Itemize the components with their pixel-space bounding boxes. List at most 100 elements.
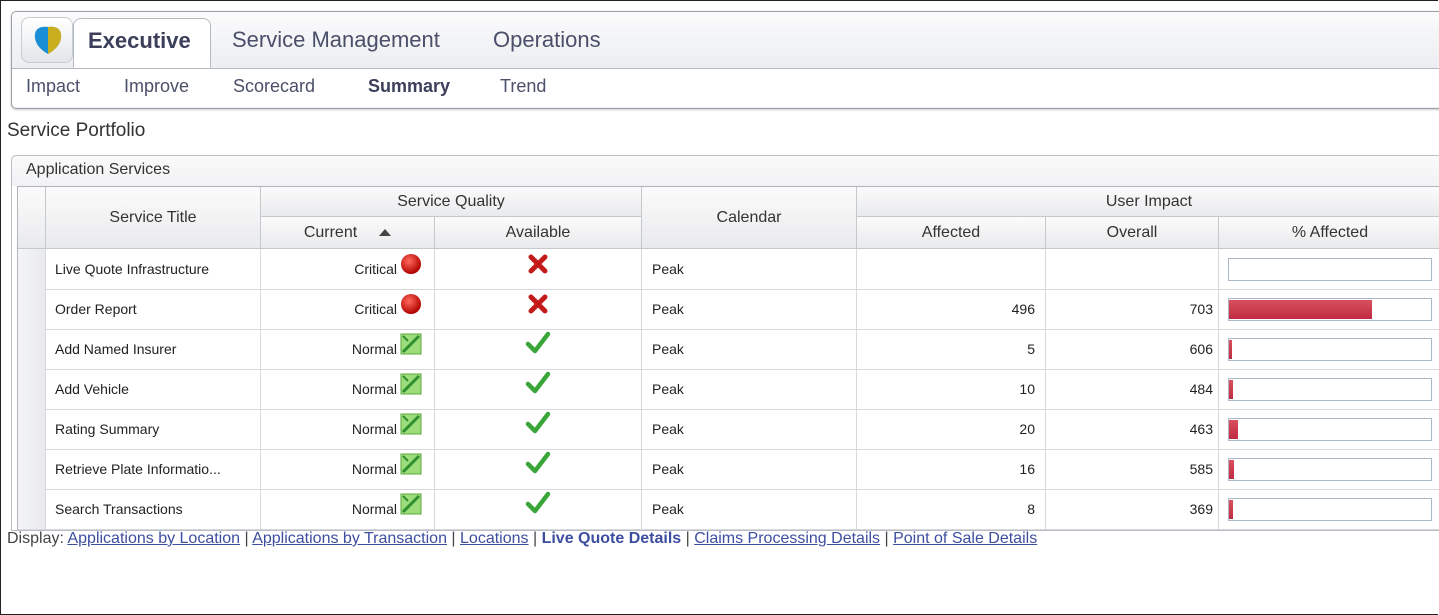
available-cell (435, 449, 642, 489)
green-checkmark-icon (525, 370, 551, 409)
green-checkmark-icon (525, 450, 551, 489)
row-selector[interactable] (18, 449, 46, 489)
available-cell (435, 329, 642, 369)
service-title-cell[interactable]: Retrieve Plate Informatio... (46, 449, 261, 489)
tab-service-management[interactable]: Service Management (232, 22, 440, 58)
pct-affected-bar (1228, 498, 1432, 521)
overall-cell: 585 (1046, 449, 1219, 489)
overall-cell: 369 (1046, 489, 1219, 529)
current-status-cell: Normal (261, 409, 435, 449)
overall-cell: 484 (1046, 369, 1219, 409)
service-title-cell[interactable]: Add Named Insurer (46, 329, 261, 369)
row-selector[interactable] (18, 329, 46, 369)
table-row[interactable]: Retrieve Plate Informatio... Normal Peak 16… (18, 449, 1439, 490)
tab-operations[interactable]: Operations (493, 22, 601, 58)
calendar-cell: Peak (642, 249, 857, 289)
display-label: Display: (7, 530, 64, 547)
sub-tab-row: Impact Improve Scorecard Summary Trend (12, 69, 1439, 107)
table-row[interactable]: Add Vehicle Normal Peak 10 484 (18, 369, 1439, 410)
subtab-improve[interactable]: Improve (124, 76, 189, 97)
current-status-text: Normal (351, 461, 397, 477)
current-status-text: Critical (354, 261, 397, 277)
affected-cell: 8 (857, 489, 1046, 529)
header-current[interactable]: Current (261, 217, 435, 249)
current-status-cell: Normal (261, 369, 435, 409)
subtab-impact[interactable]: Impact (26, 76, 80, 97)
row-selector[interactable] (18, 409, 46, 449)
services-grid: Service Title Service Quality Current Av… (17, 186, 1439, 530)
table-row[interactable]: Add Named Insurer Normal Peak 5 606 (18, 329, 1439, 370)
pct-affected-bar-fill (1229, 380, 1233, 399)
header-calendar[interactable]: Calendar (642, 187, 857, 249)
current-status-cell: Critical (261, 289, 435, 329)
row-selector[interactable] (18, 369, 46, 409)
link-locations[interactable]: Locations (460, 530, 529, 547)
pct-affected-bar (1228, 298, 1432, 321)
header-affected[interactable]: Affected (857, 217, 1046, 249)
green-check-square-icon (400, 490, 422, 529)
header-available[interactable]: Available (435, 217, 642, 249)
current-status-text: Critical (354, 301, 397, 317)
service-title-cell[interactable]: Live Quote Infrastructure (46, 249, 261, 289)
green-checkmark-icon (525, 490, 551, 529)
pct-affected-cell (1219, 409, 1439, 449)
header-overall[interactable]: Overall (1046, 217, 1219, 249)
tab-executive[interactable]: Executive (73, 18, 211, 68)
subtab-scorecard[interactable]: Scorecard (233, 76, 315, 97)
subtab-trend[interactable]: Trend (500, 76, 546, 97)
calendar-cell: Peak (642, 369, 857, 409)
main-tab-row: Executive Service Management Operations (12, 12, 1439, 69)
overall-cell (1046, 249, 1219, 289)
calendar-cell: Peak (642, 409, 857, 449)
display-links: Display: Applications by Location | Appl… (7, 530, 1038, 547)
affected-cell: 16 (857, 449, 1046, 489)
available-cell (435, 369, 642, 409)
pct-affected-bar (1228, 418, 1432, 441)
green-check-square-icon (400, 410, 422, 449)
current-status-cell: Normal (261, 449, 435, 489)
pct-affected-bar (1228, 458, 1432, 481)
table-row[interactable]: Order Report Critical Peak 496 703 (18, 289, 1439, 330)
affected-cell: 10 (857, 369, 1046, 409)
logo-icon (34, 26, 62, 54)
sort-ascending-icon (379, 229, 392, 237)
available-cell (435, 489, 642, 529)
pct-affected-cell (1219, 369, 1439, 409)
header-user-impact: User Impact (857, 187, 1439, 217)
link-live-quote-details[interactable]: Live Quote Details (542, 530, 682, 547)
service-title-cell[interactable]: Order Report (46, 289, 261, 329)
subtab-summary[interactable]: Summary (368, 76, 450, 97)
row-selector[interactable] (18, 249, 46, 289)
calendar-cell: Peak (642, 329, 857, 369)
header-selector-column (18, 187, 46, 249)
service-title-cell[interactable]: Rating Summary (46, 409, 261, 449)
green-check-square-icon (400, 450, 422, 489)
affected-cell (857, 249, 1046, 289)
header-pct-affected[interactable]: % Affected (1219, 217, 1439, 249)
table-row[interactable]: Live Quote Infrastructure Critical Peak (18, 249, 1439, 290)
header-service-title[interactable]: Service Title (46, 187, 261, 249)
available-cell (435, 289, 642, 329)
green-check-square-icon (400, 330, 422, 369)
overall-cell: 463 (1046, 409, 1219, 449)
link-applications-by-transaction[interactable]: Applications by Transaction (252, 530, 447, 547)
red-circle-icon (400, 250, 422, 289)
overall-cell: 606 (1046, 329, 1219, 369)
table-row[interactable]: Search Transactions Normal Peak 8 369 (18, 489, 1439, 530)
link-applications-by-location[interactable]: Applications by Location (67, 530, 240, 547)
link-point-of-sale-details[interactable]: Point of Sale Details (893, 530, 1037, 547)
pct-affected-bar (1228, 338, 1432, 361)
row-selector[interactable] (18, 489, 46, 529)
service-title-cell[interactable]: Search Transactions (46, 489, 261, 529)
table-row[interactable]: Rating Summary Normal Peak 20 463 (18, 409, 1439, 450)
service-title-cell[interactable]: Add Vehicle (46, 369, 261, 409)
overall-cell: 703 (1046, 289, 1219, 329)
row-selector[interactable] (18, 289, 46, 329)
affected-cell: 496 (857, 289, 1046, 329)
link-claims-processing-details[interactable]: Claims Processing Details (694, 530, 880, 547)
pct-affected-bar (1228, 378, 1432, 401)
header-service-quality: Service Quality (261, 187, 642, 217)
current-status-text: Normal (351, 501, 397, 517)
pct-affected-cell (1219, 249, 1439, 289)
green-checkmark-icon (525, 410, 551, 449)
